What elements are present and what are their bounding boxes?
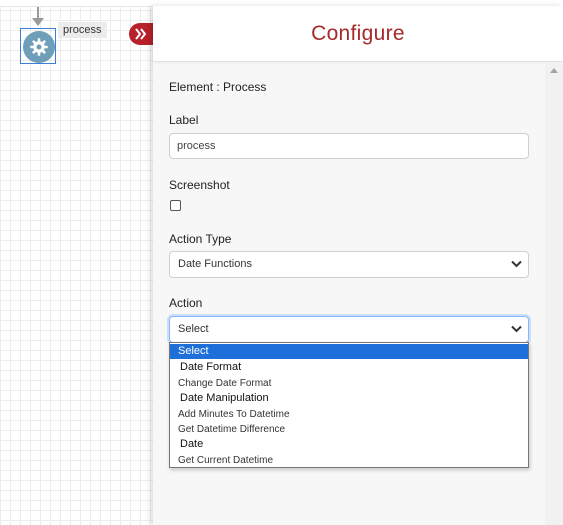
action-value: Select [178, 323, 209, 335]
screenshot-label: Screenshot [169, 178, 230, 192]
scroll-up-arrow-icon[interactable] [550, 68, 558, 73]
panel-title: Configure [311, 21, 405, 45]
dropdown-group-label: Date Manipulation [180, 392, 269, 404]
label-field-label: Label [169, 113, 199, 127]
double-chevron-right-icon [135, 28, 147, 40]
chevron-down-icon [511, 325, 522, 333]
panel-header: Configure [153, 6, 563, 62]
connector-arrow [32, 18, 44, 26]
label-input[interactable] [169, 133, 529, 159]
dropdown-option[interactable]: Add Minutes To Datetime [170, 407, 528, 422]
element-type-label: Element : Process [169, 80, 267, 94]
action-type-value: Date Functions [178, 258, 252, 270]
panel-scrollbar[interactable] [545, 64, 563, 525]
workflow-canvas[interactable]: process [0, 0, 153, 525]
action-select[interactable]: Select [169, 316, 529, 343]
dropdown-option[interactable]: Get Datetime Difference [170, 422, 528, 437]
collapse-panel-button[interactable] [129, 23, 153, 45]
dropdown-group-label: Date [180, 438, 204, 450]
dropdown-group-label: Date Format [180, 361, 242, 373]
screenshot-checkbox[interactable] [170, 200, 181, 211]
action-label: Action [169, 296, 203, 310]
dropdown-option[interactable]: Select [170, 344, 528, 359]
dropdown-option[interactable]: Get Current Datetime [170, 453, 528, 468]
action-type-label: Action Type [169, 232, 232, 246]
chevron-down-icon [511, 260, 522, 268]
action-type-select[interactable]: Date Functions [169, 251, 529, 278]
dropdown-option[interactable]: Change Date Format [170, 376, 528, 391]
node-label: process [58, 22, 107, 38]
gear-icon [30, 38, 48, 56]
process-node[interactable] [23, 31, 55, 63]
action-dropdown-list: Select Date Format Change Date Format Da… [169, 342, 529, 468]
